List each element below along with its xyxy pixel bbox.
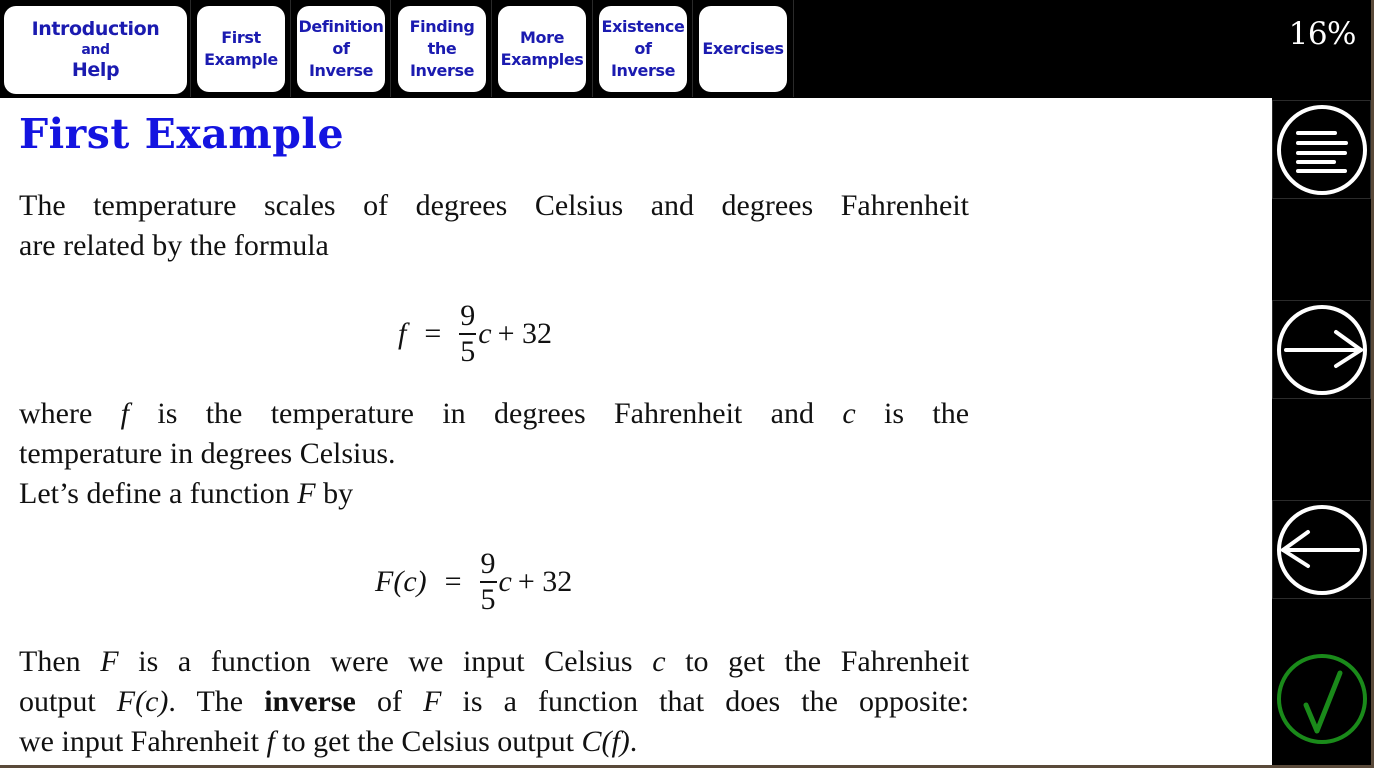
tab-label-line: Exercises [702, 39, 784, 58]
math-F-of-c: F(c) [116, 685, 169, 718]
tab-label-line: First [221, 28, 261, 47]
text-fragment: is a function were we input Celsius [138, 645, 633, 678]
text-line: are related by the formula [19, 229, 329, 262]
equals-sign: = [444, 565, 462, 598]
math-c: c [652, 645, 666, 678]
fraction: 9 5 [479, 547, 497, 616]
text-line: where f is the temperature in degrees Fa… [19, 394, 969, 434]
arrow-right-icon [1276, 304, 1367, 395]
text-line: Let’s define a function F by [19, 474, 969, 514]
fraction-denominator: 5 [480, 582, 496, 616]
inverse-paragraph: Then F is a function were we input Celsi… [19, 642, 969, 762]
equation-constant: + 32 [517, 565, 573, 598]
tab-label-line: Inverse [308, 61, 374, 80]
tab-cell-finding: Finding the Inverse [391, 0, 492, 97]
tab-first-example[interactable]: First Example [197, 6, 285, 92]
arrow-left-icon [1276, 504, 1367, 595]
fraction: 9 5 [459, 299, 477, 368]
text-line: The temperature scales of degrees Celsiu… [19, 189, 969, 222]
tab-label-line: and [81, 42, 110, 58]
equation-lhs: F(c) [375, 565, 427, 598]
math-C-of-f: C(f) [581, 725, 630, 758]
text-fragment: Let’s define a function [19, 477, 290, 510]
equals-sign: = [424, 317, 442, 350]
tab-label-line: Inverse [409, 61, 475, 80]
text-fragment: is a function that does the opposite: [462, 685, 970, 718]
tab-label-line: Introduction [31, 18, 160, 40]
tab-cell-more-examples: More Examples [492, 0, 593, 97]
side-navigation-panel [1272, 98, 1371, 766]
tab-label-line: of [332, 39, 350, 58]
math-F: F [100, 645, 119, 678]
tab-cell-introduction: Introduction and Help [0, 0, 191, 97]
definition-paragraph: where f is the temperature in degrees Fa… [19, 394, 969, 514]
equation-f-formula: f = 9 5 c + 32 [398, 294, 552, 374]
tab-label-line: Help [71, 59, 120, 81]
tab-label-line: the [427, 39, 457, 58]
text-fragment: . [629, 725, 638, 758]
equation-F-definition: F(c) = 9 5 c + 32 [375, 542, 572, 622]
tab-existence-of-inverse[interactable]: Existence of Inverse [599, 6, 687, 92]
text-fragment: is the temperature in degrees Fahrenheit… [157, 397, 814, 430]
text-line: Then F is a function were we input Celsi… [19, 642, 969, 682]
tab-label-line: Examples [500, 50, 584, 69]
fraction-numerator: 9 [480, 547, 496, 581]
contents-menu-button[interactable] [1272, 100, 1371, 199]
tab-label-line: Inverse [610, 61, 676, 80]
tab-introduction-and-help[interactable]: Introduction and Help [4, 6, 187, 94]
math-f: f [120, 397, 129, 430]
tab-more-examples[interactable]: More Examples [498, 6, 586, 92]
text-fragment: we input Fahrenheit [19, 725, 259, 758]
menu-lines-icon [1276, 104, 1367, 195]
variable-c: c [478, 317, 492, 350]
fraction-denominator: 5 [460, 334, 476, 368]
checkmark-icon [1276, 653, 1367, 744]
tab-cell-existence: Existence of Inverse [593, 0, 693, 97]
page-title: First Example [19, 110, 345, 158]
fraction-numerator: 9 [460, 299, 476, 333]
text-line: output F(c). The inverse of F is a funct… [19, 682, 969, 722]
tab-label-line: Finding [409, 17, 475, 36]
text-fragment: is the [884, 397, 970, 430]
math-c: c [842, 397, 856, 430]
tab-cell-exercises: Exercises [693, 0, 794, 97]
equation-constant: + 32 [497, 317, 553, 350]
text-fragment: output [19, 685, 96, 718]
text-line: temperature in degrees Celsius. [19, 437, 396, 470]
next-page-button[interactable] [1272, 300, 1371, 399]
math-F: F [297, 477, 316, 510]
text-fragment: by [323, 477, 354, 510]
equation-lhs: f [398, 317, 407, 350]
tab-label-line: More [519, 28, 565, 47]
bold-term-inverse: inverse [264, 685, 356, 718]
page-content: First Example The temperature scales of … [0, 98, 1272, 765]
tab-finding-the-inverse[interactable]: Finding the Inverse [398, 6, 486, 92]
text-fragment: Then [19, 645, 81, 678]
tab-cell-first-example: First Example [191, 0, 291, 97]
tab-cell-definition: Definition of Inverse [291, 0, 391, 97]
tab-label-line: Example [204, 50, 278, 69]
text-fragment: of [376, 685, 402, 718]
intro-paragraph: The temperature scales of degrees Celsiu… [19, 186, 969, 266]
math-F: F [423, 685, 442, 718]
tab-definition-of-inverse[interactable]: Definition of Inverse [297, 6, 385, 92]
tab-label-line: of [634, 39, 652, 58]
previous-page-button[interactable] [1272, 500, 1371, 599]
tab-label-line: Definition [298, 17, 384, 36]
text-fragment: to get the Celsius output [282, 725, 574, 758]
tab-label-line: Existence [601, 17, 685, 36]
done-check-button[interactable] [1272, 649, 1371, 748]
text-fragment: where [19, 397, 93, 430]
tab-exercises[interactable]: Exercises [699, 6, 787, 92]
text-fragment: to get the Fahrenheit [685, 645, 970, 678]
progress-percentage: 16% [1288, 16, 1357, 52]
text-line: we input Fahrenheit f to get the Celsius… [19, 722, 969, 762]
math-f: f [266, 725, 275, 758]
top-navigation-bar: Introduction and Help First Example Defi… [0, 0, 1372, 98]
variable-c: c [498, 565, 512, 598]
text-fragment: . The [168, 685, 244, 718]
